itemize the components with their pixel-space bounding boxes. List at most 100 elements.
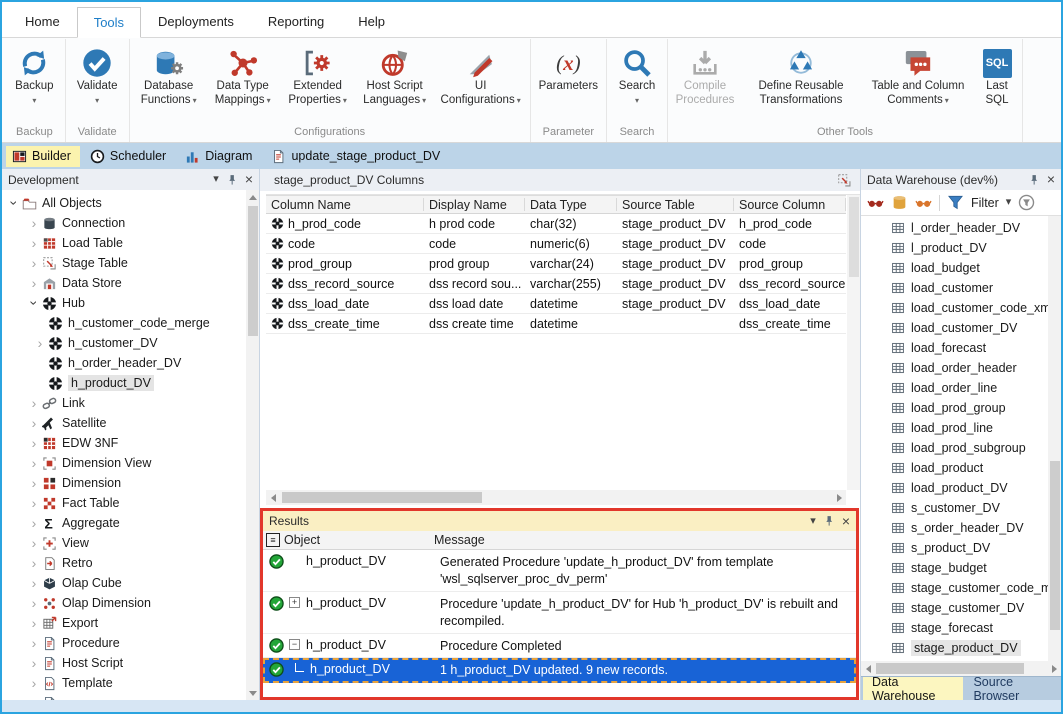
panel-menu-caret-icon[interactable] <box>810 516 816 527</box>
tree-item-aggregate[interactable]: Aggregate <box>2 513 246 533</box>
tree-item-dimension[interactable]: Dimension <box>2 473 246 493</box>
tree-item-partial[interactable] <box>2 693 246 700</box>
close-icon[interactable] <box>1047 172 1055 187</box>
dw-item[interactable]: l_product_DV <box>861 238 1048 258</box>
list-icon[interactable] <box>266 533 280 547</box>
browse-glasses-icon[interactable] <box>867 194 884 211</box>
grid-row[interactable]: dss_record_source dss record sou... varc… <box>266 274 846 294</box>
tree-item-connection[interactable]: Connection <box>2 213 246 233</box>
panel-menu-caret-icon[interactable] <box>213 174 219 185</box>
compile-procedures-button[interactable]: Compile Procedures <box>670 39 740 107</box>
dw-item[interactable]: load_forecast <box>861 338 1048 358</box>
tree-item-export[interactable]: Export <box>2 613 246 633</box>
tab-data-warehouse[interactable]: Data Warehouse <box>863 677 963 700</box>
filter-settings-icon[interactable] <box>1018 194 1035 211</box>
dw-item[interactable]: load_prod_subgroup <box>861 438 1048 458</box>
define-reusable-transformations-button[interactable]: Define Reusable Transformations <box>740 39 862 107</box>
dw-item[interactable]: load_customer_code_xml <box>861 298 1048 318</box>
col-header-source-column[interactable]: Source Column <box>734 198 846 211</box>
results-row-selected[interactable]: h_product_DV 1 h_product_DV updated. 9 n… <box>263 658 856 683</box>
results-col-message[interactable]: Message <box>434 533 485 547</box>
close-icon[interactable] <box>842 514 850 529</box>
dw-item[interactable]: stage_budget <box>861 558 1048 578</box>
results-row[interactable]: h_product_DV Procedure Completed <box>263 634 856 659</box>
table-and-column-comments-button[interactable]: Table and Column Comments <box>862 39 974 107</box>
parameters-button[interactable]: (x) Parameters <box>533 39 603 94</box>
grid-row[interactable]: code code numeric(6) stage_product_DV co… <box>266 234 846 254</box>
col-header-column-name[interactable]: Column Name <box>266 198 424 211</box>
tab-diagram[interactable]: Diagram <box>179 146 261 167</box>
grid-row[interactable]: dss_create_time dss create time datetime… <box>266 314 846 334</box>
tab-update-stage-product-dv[interactable]: update_stage_product_DV <box>265 146 449 167</box>
dw-item[interactable]: s_product_DV <box>861 538 1048 558</box>
tree-item-olap-dimension[interactable]: Olap Dimension <box>2 593 246 613</box>
dw-item[interactable]: load_customer <box>861 278 1048 298</box>
dw-item[interactable]: stage_forecast <box>861 618 1048 638</box>
menu-reporting[interactable]: Reporting <box>251 6 341 37</box>
tab-scheduler[interactable]: Scheduler <box>84 146 175 167</box>
menu-deployments[interactable]: Deployments <box>141 6 251 37</box>
tree-item-stage-table[interactable]: Stage Table <box>2 253 246 273</box>
collapse-minus-icon[interactable] <box>289 639 300 650</box>
ui-configurations-button[interactable]: UI Configurations <box>434 39 528 107</box>
tree-item-retro[interactable]: Retro <box>2 553 246 573</box>
pin-icon[interactable] <box>226 174 238 186</box>
tree-item-edw-3nf[interactable]: EDW 3NF <box>2 433 246 453</box>
dw-item[interactable]: load_product <box>861 458 1048 478</box>
expand-plus-icon[interactable] <box>289 597 300 608</box>
grid-vertical-scrollbar[interactable] <box>847 195 860 490</box>
tab-source-browser[interactable]: Source Browser <box>964 677 1061 700</box>
tree-item-satellite[interactable]: Satellite <box>2 413 246 433</box>
tree-item-olap-cube[interactable]: Olap Cube <box>2 573 246 593</box>
pin-icon[interactable] <box>1028 174 1040 186</box>
results-row[interactable]: h_product_DV Procedure 'update_h_product… <box>263 592 856 634</box>
dw-item[interactable]: stage_customer_code_mer <box>861 578 1048 598</box>
tree-item-h-order-header-dv[interactable]: h_order_header_DV <box>2 353 246 373</box>
tree-item-h-product-dv[interactable]: h_product_DV <box>2 373 246 393</box>
validate-button[interactable]: Validate <box>68 39 126 105</box>
menu-tools[interactable]: Tools <box>77 7 141 38</box>
browse-source-glasses-icon[interactable] <box>915 194 932 211</box>
tree-item-host-script[interactable]: Host Script <box>2 653 246 673</box>
dw-item[interactable]: load_customer_DV <box>861 318 1048 338</box>
menu-home[interactable]: Home <box>8 6 77 37</box>
col-header-display-name[interactable]: Display Name <box>424 198 525 211</box>
filter-icon[interactable] <box>947 194 964 211</box>
tree-item-load-table[interactable]: Load Table <box>2 233 246 253</box>
tree-item-dimension-view[interactable]: Dimension View <box>2 453 246 473</box>
dw-item[interactable]: load_budget <box>861 258 1048 278</box>
tree-item-view[interactable]: View <box>2 533 246 553</box>
dw-item[interactable]: s_order_header_DV <box>861 518 1048 538</box>
grid-row[interactable]: h_prod_code h prod code char(32) stage_p… <box>266 214 846 234</box>
tab-builder[interactable]: Builder <box>6 146 80 167</box>
host-script-languages-button[interactable]: Host Script Languages <box>356 39 434 107</box>
dw-item[interactable]: load_order_line <box>861 378 1048 398</box>
search-button[interactable]: Search <box>609 39 665 105</box>
tree-item-template[interactable]: Template <box>2 673 246 693</box>
tree-item-hub[interactable]: Hub <box>2 293 246 313</box>
pin-icon[interactable] <box>823 515 835 527</box>
dw-item[interactable]: s_customer_DV <box>861 498 1048 518</box>
tree-item-fact-table[interactable]: Fact Table <box>2 493 246 513</box>
results-col-object[interactable]: Object <box>284 533 434 547</box>
tree-item-data-store[interactable]: Data Store <box>2 273 246 293</box>
dw-item[interactable]: load_prod_line <box>861 418 1048 438</box>
last-sql-button[interactable]: SQL Last SQL <box>974 39 1020 107</box>
dw-item[interactable]: load_order_header <box>861 358 1048 378</box>
tree-item-h-customer-code-merge[interactable]: h_customer_code_merge <box>2 313 246 333</box>
dw-tree-scrollbar[interactable] <box>1048 216 1061 661</box>
grid-row[interactable]: prod_group prod group varchar(24) stage_… <box>266 254 846 274</box>
database-functions-button[interactable]: Database Functions <box>132 39 206 107</box>
close-icon[interactable] <box>245 172 253 187</box>
tree-item-procedure[interactable]: Procedure <box>2 633 246 653</box>
database-refresh-icon[interactable] <box>891 194 908 211</box>
tree-item-h-customer-dv[interactable]: h_customer_DV <box>2 333 246 353</box>
grid-horizontal-scrollbar[interactable] <box>266 490 846 505</box>
detach-icon[interactable] <box>837 173 852 188</box>
menu-help[interactable]: Help <box>341 6 402 37</box>
data-type-mappings-button[interactable]: Data Type Mappings <box>206 39 280 107</box>
dw-item[interactable]: load_product_DV <box>861 478 1048 498</box>
filter-label[interactable]: Filter <box>971 196 999 210</box>
grid-row[interactable]: dss_load_date dss load date datetime sta… <box>266 294 846 314</box>
dw-item[interactable]: l_order_header_DV <box>861 218 1048 238</box>
